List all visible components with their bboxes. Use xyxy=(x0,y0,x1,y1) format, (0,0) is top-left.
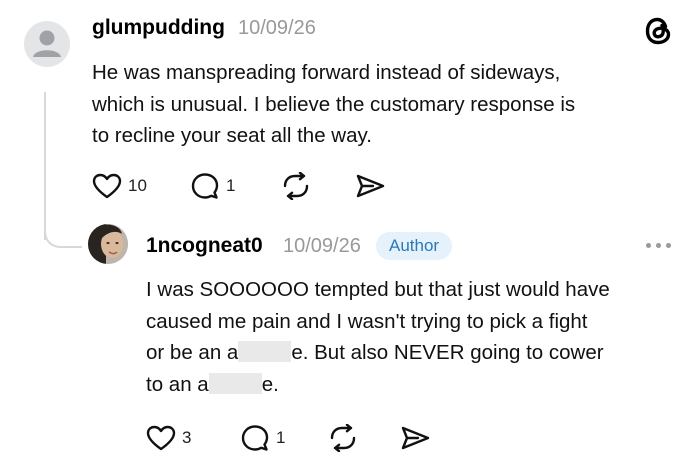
redaction-box xyxy=(238,341,292,362)
reply-text-fragment: to an a xyxy=(146,372,209,396)
repost-button[interactable] xyxy=(328,424,358,452)
share-button[interactable] xyxy=(400,424,430,452)
thread-connector-curve xyxy=(44,224,82,248)
reply-text-fragment: or be an a xyxy=(146,341,239,364)
like-count: 10 xyxy=(128,176,147,195)
avatar-default[interactable] xyxy=(24,21,70,67)
reply-date: 10/09/26 xyxy=(283,235,361,257)
reply-button[interactable]: 1 xyxy=(240,424,285,452)
reply-text-fragment: e. But also NEVER going to cower xyxy=(291,341,604,364)
reply-body-line: or be an a e. But also NEVER going to cow… xyxy=(146,337,610,369)
send-icon xyxy=(356,174,385,198)
send-icon xyxy=(401,426,430,450)
reply-username[interactable]: 1ncogneat0 xyxy=(146,234,263,258)
reply-text-fragment: e. xyxy=(261,372,279,396)
like-count: 3 xyxy=(182,428,192,447)
post-body-line: to recline your seat all the way. xyxy=(92,124,372,147)
reply-button[interactable]: 1 xyxy=(190,172,235,200)
post-username[interactable]: glumpudding xyxy=(92,16,225,40)
comment-icon xyxy=(191,173,219,199)
comment-icon xyxy=(241,425,269,451)
reply-body: I was SOOOOOO tempted but that just woul… xyxy=(146,274,610,400)
repost-icon xyxy=(283,172,309,200)
more-dots-icon xyxy=(646,243,651,248)
profile-photo-icon xyxy=(88,224,128,264)
like-button[interactable]: 3 xyxy=(146,424,191,452)
post-date: 10/09/26 xyxy=(238,17,316,39)
repost-icon xyxy=(330,424,356,452)
reply-body-line: to an a e. xyxy=(146,369,610,401)
post-body-line: which is unusual. I believe the customar… xyxy=(92,92,576,116)
author-badge: Author xyxy=(376,232,453,260)
repost-button[interactable] xyxy=(281,172,311,200)
threads-logo-icon xyxy=(645,17,671,45)
heart-icon xyxy=(92,173,122,199)
more-options-button[interactable] xyxy=(646,243,671,248)
reply-count: 1 xyxy=(276,428,286,447)
post-body-line: He was manspreading forward instead of s… xyxy=(92,61,561,84)
user-silhouette-icon xyxy=(33,30,61,57)
avatar-photo[interactable] xyxy=(88,224,128,264)
reply-body-line: caused me pain and I wasn't trying to pi… xyxy=(146,309,588,333)
post-body: He was manspreading forward instead of s… xyxy=(92,57,575,152)
redaction-box xyxy=(208,372,262,394)
more-dots-icon xyxy=(666,243,671,248)
thread-connector xyxy=(44,92,46,240)
reply-body-line: I was SOOOOOO tempted but that just woul… xyxy=(146,278,610,301)
reply-count: 1 xyxy=(226,176,236,195)
heart-icon xyxy=(146,425,176,451)
more-dots-icon xyxy=(656,243,661,248)
like-button[interactable]: 10 xyxy=(92,172,147,200)
share-button[interactable] xyxy=(355,172,385,200)
